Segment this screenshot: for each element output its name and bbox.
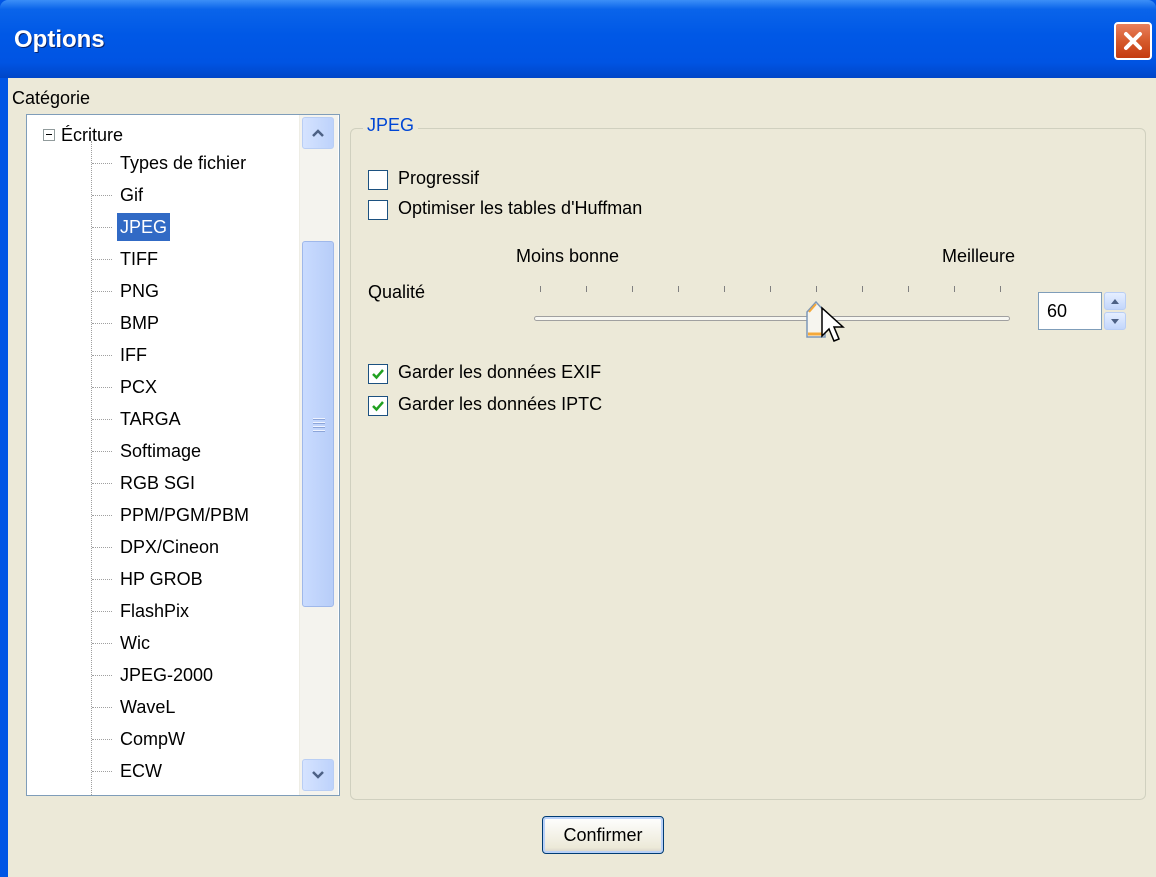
tree-root-ecriture[interactable]: Écriture	[61, 121, 123, 149]
progressive-checkbox[interactable]	[368, 170, 388, 190]
grip-icon	[313, 418, 325, 434]
tree-item-jpeg[interactable]: JPEG	[117, 213, 171, 241]
checkmark-icon	[372, 401, 384, 412]
tree-item-jpeg-2000[interactable]: JPEG-2000	[117, 661, 216, 689]
tree-item-wic[interactable]: Wic	[117, 629, 153, 657]
options-window: Options Catégorie Écriture Types de fich…	[0, 0, 1156, 877]
spin-up-button[interactable]	[1104, 292, 1126, 310]
iptc-label[interactable]: Garder les données IPTC	[398, 394, 602, 415]
tree-connector	[92, 355, 112, 356]
quality-low-label: Moins bonne	[516, 246, 620, 266]
slider-tick	[586, 286, 587, 292]
quality-spinner[interactable]	[1104, 292, 1128, 330]
checkmark-icon	[372, 369, 384, 380]
huffman-checkbox[interactable]	[368, 200, 388, 220]
tree-item-png[interactable]: PNG	[117, 277, 162, 305]
quality-value-input[interactable]: 60	[1038, 292, 1102, 330]
mouse-cursor-icon	[821, 306, 845, 342]
window-title: Options	[14, 26, 105, 53]
tree-item-pcx[interactable]: PCX	[117, 373, 160, 401]
chevron-down-icon	[312, 771, 324, 779]
scroll-down-button[interactable]	[302, 759, 334, 791]
tree-item-compw[interactable]: CompW	[117, 725, 188, 753]
tree-connector	[92, 195, 112, 196]
tree-item-hp-grob[interactable]: HP GROB	[117, 565, 206, 593]
scroll-thumb[interactable]	[302, 241, 334, 607]
slider-tick	[678, 286, 679, 292]
slider-tick	[816, 286, 817, 292]
tree-scrollbar[interactable]	[299, 115, 338, 795]
tree-connector	[92, 163, 112, 164]
tree-connector	[92, 643, 112, 644]
group-title: JPEG	[363, 115, 419, 136]
tree-connector	[92, 739, 112, 740]
tree-item-targa[interactable]: TARGA	[117, 405, 184, 433]
exif-label[interactable]: Garder les données EXIF	[398, 362, 601, 383]
exif-checkbox[interactable]	[368, 364, 388, 384]
tree-line	[91, 141, 92, 795]
tree-connector	[92, 259, 112, 260]
confirm-button[interactable]: Confirmer	[542, 816, 664, 854]
minus-expander-icon[interactable]	[43, 129, 55, 141]
arrow-up-icon	[1111, 298, 1119, 304]
slider-tick	[1000, 286, 1001, 292]
tree-item-bmp[interactable]: BMP	[117, 309, 162, 337]
quality-label: Qualité	[368, 282, 426, 302]
dialog-body: Catégorie Écriture Types de fichier Gif JP…	[8, 78, 1156, 877]
tree-connector	[92, 675, 112, 676]
tree-item-dpx-cineon[interactable]: DPX/Cineon	[117, 533, 222, 561]
tree-item-ecw[interactable]: ECW	[117, 757, 165, 785]
slider-tick	[724, 286, 725, 292]
spin-down-button[interactable]	[1104, 312, 1126, 330]
slider-tick	[954, 286, 955, 292]
tree-connector	[92, 547, 112, 548]
tree-item-flashpix[interactable]: FlashPix	[117, 597, 192, 625]
tree-connector	[92, 707, 112, 708]
tree-item-types-de-fichier[interactable]: Types de fichier	[117, 149, 249, 177]
quality-slider-track[interactable]	[534, 316, 1010, 321]
tree-connector	[92, 515, 112, 516]
tree-connector	[92, 611, 112, 612]
tree-item-rgb-sgi[interactable]: RGB SGI	[117, 469, 198, 497]
tree-item-wavel[interactable]: WaveL	[117, 693, 178, 721]
tree-item-softimage[interactable]: Softimage	[117, 437, 204, 465]
slider-tick	[862, 286, 863, 292]
jpeg-groupbox: JPEG	[350, 115, 1146, 800]
iptc-checkbox[interactable]	[368, 396, 388, 416]
progressive-label[interactable]: Progressif	[398, 168, 479, 189]
close-icon	[1124, 32, 1142, 50]
slider-tick	[540, 286, 541, 292]
category-label: Catégorie	[12, 88, 91, 108]
tree-connector	[92, 579, 112, 580]
title-bar[interactable]: Options	[0, 0, 1156, 78]
tree-connector	[92, 419, 112, 420]
tree-connector	[92, 771, 112, 772]
tree-connector	[92, 483, 112, 484]
tree-connector	[92, 387, 112, 388]
scroll-up-button[interactable]	[302, 117, 334, 149]
tree-connector	[92, 227, 112, 228]
tree-connector	[92, 291, 112, 292]
chevron-up-icon	[312, 129, 324, 137]
tree-item-tiff[interactable]: TIFF	[117, 245, 161, 273]
tree-item-ppm-pgm-pbm[interactable]: PPM/PGM/PBM	[117, 501, 252, 529]
tree-item-gif[interactable]: Gif	[117, 181, 146, 209]
tree-item-iff[interactable]: IFF	[117, 341, 150, 369]
tree-connector	[92, 451, 112, 452]
category-tree[interactable]: Écriture Types de fichier Gif JPEG TIFF PNG B…	[26, 114, 340, 796]
slider-tick	[770, 286, 771, 292]
huffman-label[interactable]: Optimiser les tables d'Huffman	[398, 198, 642, 219]
tree-connector	[92, 323, 112, 324]
quality-high-label: Meilleure	[942, 246, 1016, 266]
arrow-down-icon	[1111, 318, 1119, 324]
close-button[interactable]	[1114, 22, 1152, 60]
slider-tick	[908, 286, 909, 292]
slider-tick	[632, 286, 633, 292]
